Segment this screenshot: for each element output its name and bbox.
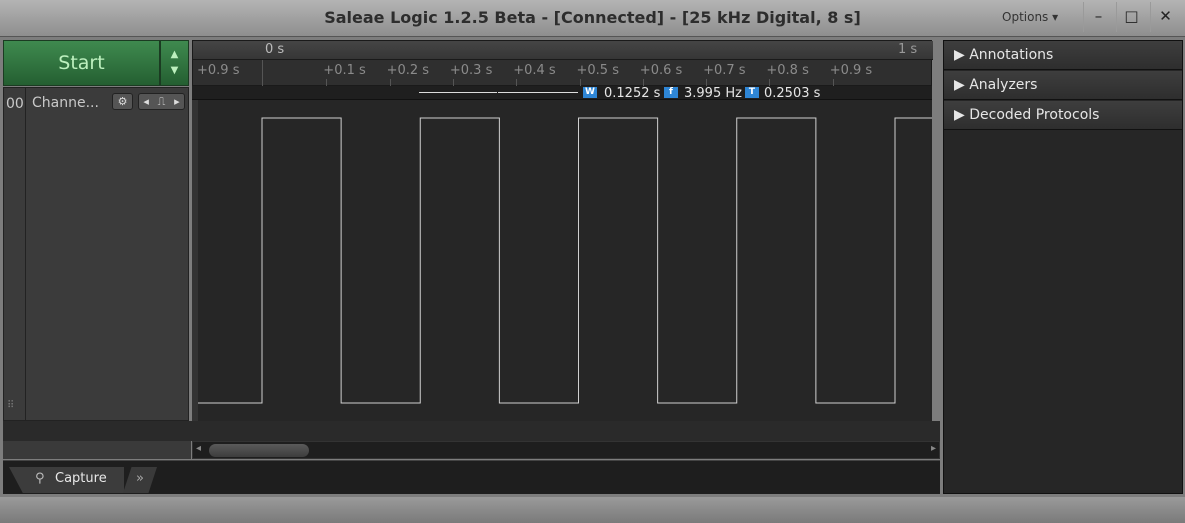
expand-icon: ▶ — [954, 47, 965, 63]
start-button[interactable]: Start — [3, 40, 160, 86]
ruler-label: 1 s — [898, 42, 918, 57]
ruler-label: +0.4 s — [513, 63, 556, 78]
expand-icon: ▶ — [954, 77, 965, 93]
ruler-label: 0 s — [265, 42, 285, 57]
width-icon: W — [583, 87, 597, 98]
left-scroll-area — [3, 441, 191, 459]
next-edge-icon[interactable]: ▸ — [174, 94, 180, 109]
measurement-bar: W 0.1252 s f 3.995 Hz T 0.2503 s — [192, 86, 932, 101]
gear-icon[interactable]: ⚙ — [112, 93, 133, 110]
scroll-left-icon[interactable]: ◂ — [196, 443, 201, 454]
ruler-label: +0.2 s — [386, 63, 430, 78]
width-marker — [419, 92, 497, 93]
channel-0-signal — [198, 117, 932, 404]
section-label: Annotations — [969, 47, 1054, 63]
section-label: Decoded Protocols — [969, 107, 1100, 123]
period: 0.2503 s — [764, 86, 821, 101]
status-bar — [0, 497, 1185, 523]
channel-name[interactable]: Channe... — [32, 95, 99, 111]
close-button[interactable]: ✕ — [1150, 2, 1180, 32]
more-tabs-button[interactable]: » — [123, 467, 157, 493]
arrow-down-icon: ▼ — [170, 65, 179, 76]
ruler-label: +0.7 s — [703, 63, 746, 78]
section-annotations[interactable]: ▶ Annotations — [944, 41, 1182, 70]
start-options-button[interactable]: ▲ ▼ — [160, 40, 189, 86]
ruler-label: +0.9 s — [197, 63, 240, 78]
search-icon: ⚲ — [35, 471, 45, 486]
tab-bar: ⚲ Capture » — [3, 460, 940, 494]
spacer — [3, 421, 940, 441]
tab-capture-label: Capture — [55, 471, 107, 486]
waveform-area[interactable] — [192, 100, 932, 421]
ruler-label: +0.5 s — [576, 63, 619, 78]
frequency-icon: f — [664, 87, 678, 98]
ruler-label: +0.9 s — [829, 63, 873, 78]
ruler-label: +0.8 s — [766, 63, 809, 78]
period-marker — [498, 92, 578, 93]
sidebar: ▶ Annotations ▶ Analyzers ▶ Decoded Prot… — [943, 40, 1183, 494]
section-label: Analyzers — [969, 77, 1038, 93]
channel-panel: 00 Channe... ⚙ ◂ ⎍ ▸ ⠿ — [3, 87, 189, 422]
expand-icon: ▶ — [954, 107, 965, 123]
options-menu[interactable]: Options ▾ — [1002, 10, 1058, 24]
ruler-label: +0.1 s — [323, 63, 366, 78]
channel-index: 00 — [4, 88, 26, 422]
scroll-right-icon[interactable]: ▸ — [931, 443, 936, 454]
pulse-trigger-icon[interactable]: ⎍ — [158, 94, 166, 109]
minimize-button[interactable]: – — [1083, 2, 1113, 32]
horizontal-scrollbar[interactable]: ◂ ▸ — [192, 441, 940, 459]
period-icon: T — [745, 87, 759, 98]
time-ruler[interactable]: 0 s 1 s +0.9 s +0.1 s +0.2 s +0.3 s +0.4 s +… — [192, 40, 933, 87]
ruler-label: +0.6 s — [639, 63, 683, 78]
trigger-control[interactable]: ◂ ⎍ ▸ — [138, 93, 185, 110]
pulse-width: 0.1252 s — [604, 86, 661, 101]
ruler-label: +0.3 s — [449, 63, 493, 78]
frequency: 3.995 Hz — [684, 86, 742, 101]
zero-tick — [262, 60, 263, 86]
maximize-button[interactable]: □ — [1116, 2, 1146, 32]
arrow-up-icon: ▲ — [170, 49, 179, 60]
grip-icon[interactable]: ⠿ — [7, 400, 14, 411]
title-bar: Saleae Logic 1.2.5 Beta - [Connected] - … — [0, 0, 1185, 37]
waveform — [198, 117, 932, 404]
prev-edge-icon[interactable]: ◂ — [143, 94, 149, 109]
section-decoded-protocols[interactable]: ▶ Decoded Protocols — [944, 101, 1182, 130]
scrollbar-thumb[interactable] — [209, 444, 309, 457]
ruler-major: 0 s 1 s — [193, 41, 933, 60]
section-analyzers[interactable]: ▶ Analyzers — [944, 71, 1182, 100]
tab-capture[interactable]: ⚲ Capture — [9, 467, 124, 493]
